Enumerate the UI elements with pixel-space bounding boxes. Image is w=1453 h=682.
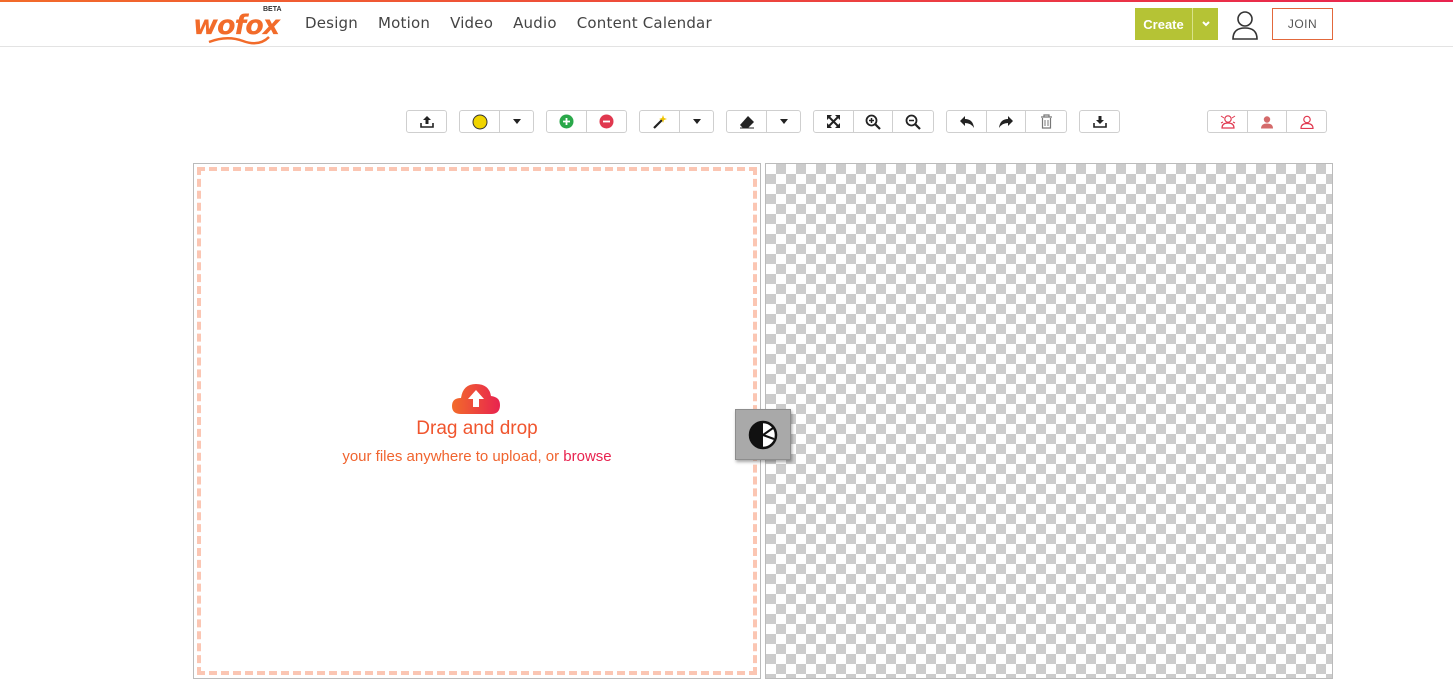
view-group	[813, 110, 934, 133]
redo-icon	[999, 115, 1013, 128]
create-button-group: Create	[1135, 8, 1218, 40]
nav-item-content-calendar[interactable]: Content Calendar	[577, 14, 712, 32]
compare-toggle-button[interactable]	[735, 409, 791, 460]
zoom-in-icon	[865, 114, 881, 130]
eraser-icon	[739, 115, 754, 128]
zoom-out-button[interactable]	[893, 111, 933, 132]
magic-wand-button[interactable]	[640, 111, 680, 132]
brush-color-button[interactable]	[460, 111, 500, 132]
upload-group	[406, 110, 447, 133]
magic-wand-icon	[652, 114, 667, 129]
person-outline-icon	[1220, 115, 1235, 129]
beta-badge: BETA	[263, 6, 282, 13]
dropdown-caret-icon	[779, 119, 788, 124]
main-nav: Design Motion Video Audio Content Calend…	[305, 14, 732, 32]
person-icon	[1299, 115, 1314, 129]
magic-wand-dropdown[interactable]	[680, 111, 713, 132]
download-button[interactable]	[1080, 111, 1119, 132]
subject-outline-button[interactable]	[1208, 111, 1248, 132]
nav-item-motion[interactable]: Motion	[378, 14, 430, 32]
increase-brush-button[interactable]	[547, 111, 587, 132]
person-filled-icon	[1261, 115, 1273, 128]
fit-screen-button[interactable]	[814, 111, 854, 132]
brush-color-dropdown[interactable]	[500, 111, 533, 132]
create-button[interactable]: Create	[1135, 8, 1193, 40]
user-account-icon[interactable]	[1232, 10, 1258, 40]
compare-icon	[748, 420, 778, 449]
undo-button[interactable]	[947, 111, 987, 132]
subject-group	[1207, 110, 1327, 133]
fit-screen-icon	[827, 115, 840, 128]
dropzone-subtitle-text: your files anywhere to upload, or	[342, 448, 564, 465]
dropdown-caret-icon	[692, 119, 701, 124]
download-group	[1079, 110, 1120, 133]
brand-logo[interactable]: wofox BETA	[193, 6, 283, 45]
brush-color-group	[459, 110, 534, 133]
transparent-preview-panel	[765, 163, 1333, 679]
create-dropdown-button[interactable]	[1193, 8, 1218, 40]
eraser-button[interactable]	[727, 111, 767, 132]
decrease-brush-button[interactable]	[587, 111, 626, 132]
brush-size-group	[546, 110, 627, 133]
upload-icon	[419, 116, 434, 128]
site-header: wofox BETA Design Motion Video Audio Con…	[0, 2, 1453, 47]
history-group	[946, 110, 1067, 133]
remove-icon	[599, 114, 614, 129]
add-icon	[559, 114, 574, 129]
undo-icon	[959, 115, 974, 128]
magic-wand-group	[639, 110, 714, 133]
zoom-in-button[interactable]	[854, 111, 893, 132]
browse-link[interactable]: browse	[563, 448, 611, 465]
dropdown-caret-icon	[512, 119, 521, 124]
eraser-group	[726, 110, 801, 133]
delete-button[interactable]	[1026, 111, 1066, 132]
brush-color-icon	[472, 114, 487, 129]
trash-icon	[1040, 114, 1052, 129]
logo-swoosh-icon	[208, 36, 270, 45]
redo-button[interactable]	[987, 111, 1026, 132]
dropzone-title: Drag and drop	[416, 418, 538, 439]
join-button[interactable]: JOIN	[1272, 8, 1333, 40]
nav-item-design[interactable]: Design	[305, 14, 358, 32]
chevron-down-icon	[1201, 21, 1210, 27]
nav-item-audio[interactable]: Audio	[513, 14, 557, 32]
upload-button[interactable]	[407, 111, 446, 132]
subject-filled-button[interactable]	[1248, 111, 1287, 132]
subject-button[interactable]	[1287, 111, 1326, 132]
nav-item-video[interactable]: Video	[450, 14, 493, 32]
download-icon	[1092, 116, 1107, 128]
eraser-dropdown[interactable]	[767, 111, 800, 132]
dropzone-subtitle: your files anywhere to upload, or browse	[193, 448, 761, 465]
cloud-upload-icon[interactable]	[451, 380, 501, 416]
zoom-out-icon	[905, 114, 921, 130]
